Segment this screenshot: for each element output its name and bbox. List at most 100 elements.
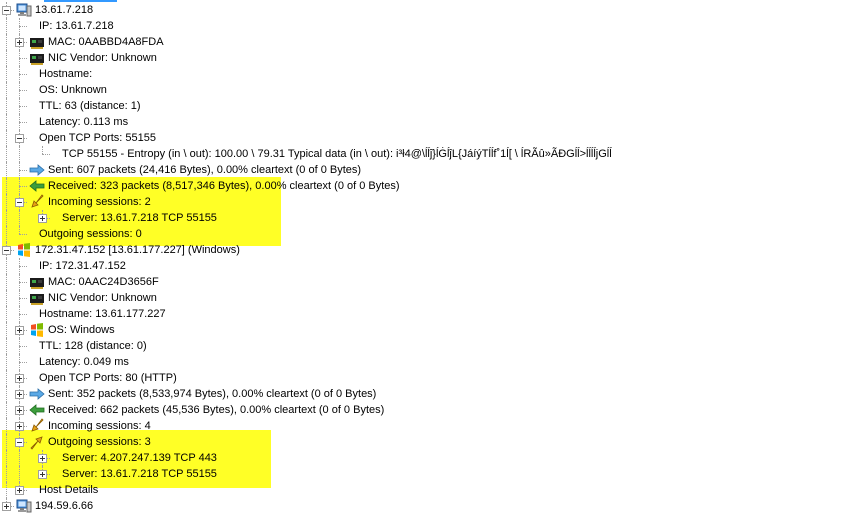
collapse-icon[interactable]	[15, 134, 24, 143]
tree-node-label: IP: 172.31.47.152	[39, 260, 126, 272]
expand-icon[interactable]	[38, 454, 47, 463]
tree-connector-line	[6, 290, 7, 306]
tree-node-level-2[interactable]: Incoming sessions: 2	[0, 194, 854, 210]
tree-node-label: MAC: 0AABBD4A8FDA	[48, 36, 164, 48]
tree-connector-line	[6, 130, 7, 146]
tree-connector-line	[6, 66, 7, 82]
collapse-icon[interactable]	[2, 246, 11, 255]
tree-node-label: Open TCP Ports: 55155	[39, 132, 156, 144]
tree-node-level-1[interactable]: 194.59.6.66	[0, 498, 854, 514]
expand-icon[interactable]	[15, 390, 24, 399]
expand-icon[interactable]	[15, 38, 24, 47]
incoming-sessions-icon	[29, 194, 45, 210]
tree-connector-line	[6, 258, 7, 274]
tree-connector-line	[19, 266, 27, 267]
tree-connector-line	[6, 18, 7, 34]
tree-node-level-2[interactable]: Outgoing sessions: 0	[0, 226, 854, 242]
tree-node-label: 13.61.7.218	[35, 4, 94, 16]
tree-node-level-2[interactable]: TTL: 63 (distance: 1)	[0, 98, 854, 114]
tree-node-level-2[interactable]: Latency: 0.113 ms	[0, 114, 854, 130]
expand-icon[interactable]	[15, 326, 24, 335]
expand-icon[interactable]	[15, 374, 24, 383]
tree-connector-line	[19, 210, 20, 226]
tree-node-level-2[interactable]: Hostname:	[0, 66, 854, 82]
tree-connector-line	[19, 258, 20, 274]
tree-node-level-2[interactable]: MAC: 0AAC24D3656F	[0, 274, 854, 290]
tree-connector-line	[19, 162, 20, 178]
tree-node-level-1[interactable]: 13.61.7.218	[0, 2, 854, 18]
tree-node-level-1[interactable]: 172.31.47.152 [13.61.177.227] (Windows)	[0, 242, 854, 258]
tree-connector-line	[19, 146, 20, 162]
tree-node-level-2[interactable]: TTL: 128 (distance: 0)	[0, 338, 854, 354]
tree-connector-line	[42, 146, 43, 154]
tree-node-level-2[interactable]: Outgoing sessions: 3	[0, 434, 854, 450]
tree-node-label: 172.31.47.152 [13.61.177.227] (Windows)	[35, 244, 240, 256]
tree-connector-line	[6, 34, 7, 50]
tree-connector-line	[6, 50, 7, 66]
network-card-icon	[29, 50, 45, 66]
host-tree-view[interactable]: 13.61.7.218 IP: 13.61.7.218 MAC: 0AABBD4A8…	[0, 0, 854, 513]
tree-node-level-3[interactable]: Server: 13.61.7.218 TCP 55155	[0, 466, 854, 482]
tree-node-level-2[interactable]: NIC Vendor: Unknown	[0, 290, 854, 306]
tree-node-level-2[interactable]: Host Details	[0, 482, 854, 498]
tree-node-label: IP: 13.61.7.218	[39, 20, 114, 32]
tree-node-level-3[interactable]: TCP 55155 - Entropy (in \ out): 100.00 \…	[0, 146, 854, 162]
tree-connector-line	[19, 50, 20, 66]
tree-connector-line	[19, 106, 27, 107]
expand-icon[interactable]	[15, 486, 24, 495]
sent-arrow-icon	[29, 162, 45, 178]
expand-icon[interactable]	[38, 214, 47, 223]
network-card-icon	[29, 274, 45, 290]
tree-connector-line	[19, 346, 27, 347]
tree-connector-line	[6, 466, 7, 482]
tree-connector-line	[6, 146, 7, 162]
tree-node-label: Incoming sessions: 2	[48, 196, 151, 208]
tree-node-level-2[interactable]: OS: Unknown	[0, 82, 854, 98]
tree-node-level-2[interactable]: Sent: 352 packets (8,533,974 Bytes), 0.0…	[0, 386, 854, 402]
tree-node-level-2[interactable]: Hostname: 13.61.177.227	[0, 306, 854, 322]
collapse-icon[interactable]	[15, 198, 24, 207]
tree-connector-line	[19, 186, 27, 187]
collapse-icon[interactable]	[2, 6, 11, 15]
expand-icon[interactable]	[15, 422, 24, 431]
tree-node-level-2[interactable]: IP: 172.31.47.152	[0, 258, 854, 274]
tree-node-level-3[interactable]: Server: 4.207.247.139 TCP 443	[0, 450, 854, 466]
tree-connector-line	[6, 322, 7, 338]
tree-node-level-2[interactable]: Received: 323 packets (8,517,346 Bytes),…	[0, 178, 854, 194]
tree-connector-line	[19, 178, 20, 194]
tree-node-label: OS: Unknown	[39, 84, 107, 96]
tree-node-label: TTL: 63 (distance: 1)	[39, 100, 141, 112]
tree-node-label: Hostname: 13.61.177.227	[39, 308, 166, 320]
tree-node-level-2[interactable]: Open TCP Ports: 80 (HTTP)	[0, 370, 854, 386]
tree-node-level-2[interactable]: Incoming sessions: 4	[0, 418, 854, 434]
tree-connector-line	[19, 306, 20, 322]
tree-node-level-2[interactable]: Sent: 607 packets (24,416 Bytes), 0.00% …	[0, 162, 854, 178]
tree-connector-line	[19, 450, 20, 466]
expand-icon[interactable]	[38, 470, 47, 479]
tree-connector-line	[19, 98, 20, 114]
expand-icon[interactable]	[15, 406, 24, 415]
tree-node-label: Server: 13.61.7.218 TCP 55155	[62, 468, 217, 480]
host-computer-icon	[16, 498, 32, 514]
tree-node-level-3[interactable]: Server: 13.61.7.218 TCP 55155	[0, 210, 854, 226]
tree-node-label: Latency: 0.049 ms	[39, 356, 129, 368]
tree-node-label: Received: 323 packets (8,517,346 Bytes),…	[48, 180, 400, 192]
tree-connector-line	[19, 466, 20, 482]
tree-connector-line	[19, 58, 27, 59]
tree-node-level-2[interactable]: NIC Vendor: Unknown	[0, 50, 854, 66]
tree-node-level-2[interactable]: Received: 662 packets (45,536 Bytes), 0.…	[0, 402, 854, 418]
incoming-sessions-icon	[29, 418, 45, 434]
tree-node-level-2[interactable]: MAC: 0AABBD4A8FDA	[0, 34, 854, 50]
tree-node-level-2[interactable]: Latency: 0.049 ms	[0, 354, 854, 370]
collapse-icon[interactable]	[15, 438, 24, 447]
tree-connector-line	[19, 26, 27, 27]
tree-connector-line	[6, 386, 7, 402]
tree-node-level-2[interactable]: OS: Windows	[0, 322, 854, 338]
tree-connector-line	[6, 306, 7, 322]
tree-connector-line	[6, 370, 7, 386]
tree-connector-line	[6, 402, 7, 418]
outgoing-sessions-icon	[29, 434, 45, 450]
tree-node-label: TTL: 128 (distance: 0)	[39, 340, 147, 352]
tree-node-level-2[interactable]: IP: 13.61.7.218	[0, 18, 854, 34]
tree-node-level-2[interactable]: Open TCP Ports: 55155	[0, 130, 854, 146]
